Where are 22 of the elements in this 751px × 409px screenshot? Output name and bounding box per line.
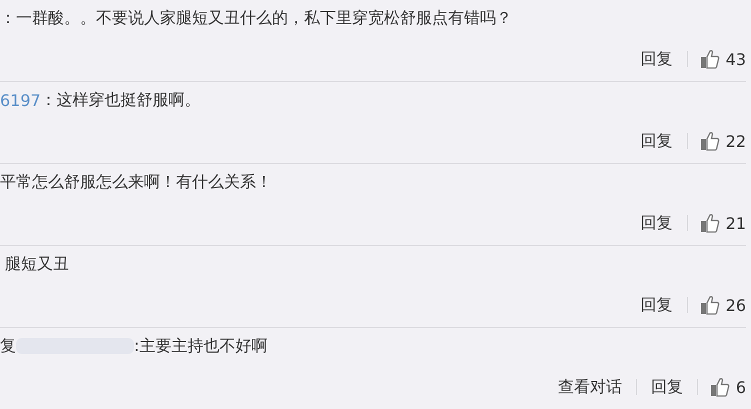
comment-text: :主要主持也不好啊 [134,336,268,356]
reply-prefix: 复 [0,336,16,356]
thumbs-up-icon[interactable] [710,377,730,397]
reply-link[interactable]: 回复 [638,294,675,316]
reply-link[interactable]: 回复 [638,212,675,234]
comment-text: ：一群酸。。不要说人家腿短又丑什么的，私下里穿宽松舒服点有错吗？ [0,8,512,28]
comment-text: 腿短又丑 [4,254,70,274]
comment-text: ：这样穿也挺舒服啊。 [40,90,201,110]
comment-text: 平常怎么舒服怎么来啊！有什么关系！ [0,172,272,192]
like-count: 21 [726,214,746,232]
thumbs-up-icon[interactable] [700,131,720,151]
reply-link[interactable]: 回复 [638,48,675,70]
thumbs-up-icon[interactable] [700,49,720,69]
like-count: 6 [736,378,746,396]
reply-link[interactable]: 回复 [638,130,675,152]
view-conversation-link[interactable]: 查看对话 [556,376,624,398]
reply-link[interactable]: 回复 [648,376,685,398]
like-count: 43 [726,50,746,68]
thumbs-up-icon[interactable] [700,213,720,233]
like-count: 26 [726,296,746,314]
thumbs-up-icon[interactable] [700,295,720,315]
like-count: 22 [726,132,746,150]
